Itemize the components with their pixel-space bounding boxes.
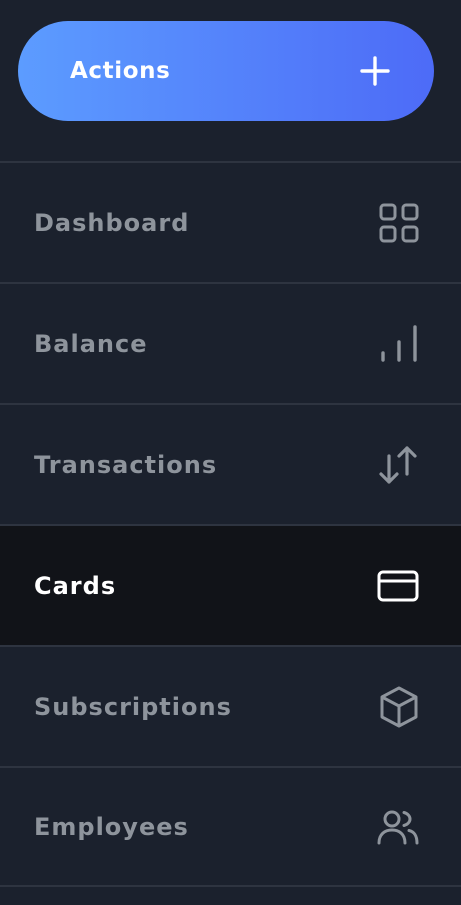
sidebar-item-employees[interactable]: Employees bbox=[0, 766, 461, 887]
sidebar-item-subscriptions[interactable]: Subscriptions bbox=[0, 645, 461, 766]
sidebar-item-label: Transactions bbox=[34, 450, 218, 479]
sidebar-item-label: Balance bbox=[34, 329, 148, 358]
bar-chart-icon bbox=[379, 324, 419, 364]
sidebar-item-dashboard[interactable]: Dashboard bbox=[0, 161, 461, 282]
sidebar-item-label: Cards bbox=[34, 571, 117, 600]
sidebar: Actions Dashboard Balance Transactions C… bbox=[0, 0, 461, 905]
sidebar-item-label: Dashboard bbox=[34, 208, 190, 237]
sidebar-nav: Dashboard Balance Transactions Cards Sub… bbox=[0, 161, 461, 887]
arrows-up-down-icon bbox=[377, 444, 419, 486]
actions-button[interactable]: Actions bbox=[18, 21, 434, 121]
actions-button-label: Actions bbox=[70, 58, 171, 84]
box-icon bbox=[379, 686, 419, 728]
sidebar-item-transactions[interactable]: Transactions bbox=[0, 403, 461, 524]
users-icon bbox=[377, 809, 419, 845]
plus-icon bbox=[360, 56, 390, 86]
sidebar-item-balance[interactable]: Balance bbox=[0, 282, 461, 403]
sidebar-item-label: Employees bbox=[34, 812, 189, 841]
grid-icon bbox=[379, 203, 419, 243]
sidebar-item-cards[interactable]: Cards bbox=[0, 524, 461, 645]
sidebar-item-label: Subscriptions bbox=[34, 692, 232, 721]
credit-card-icon bbox=[377, 570, 419, 602]
